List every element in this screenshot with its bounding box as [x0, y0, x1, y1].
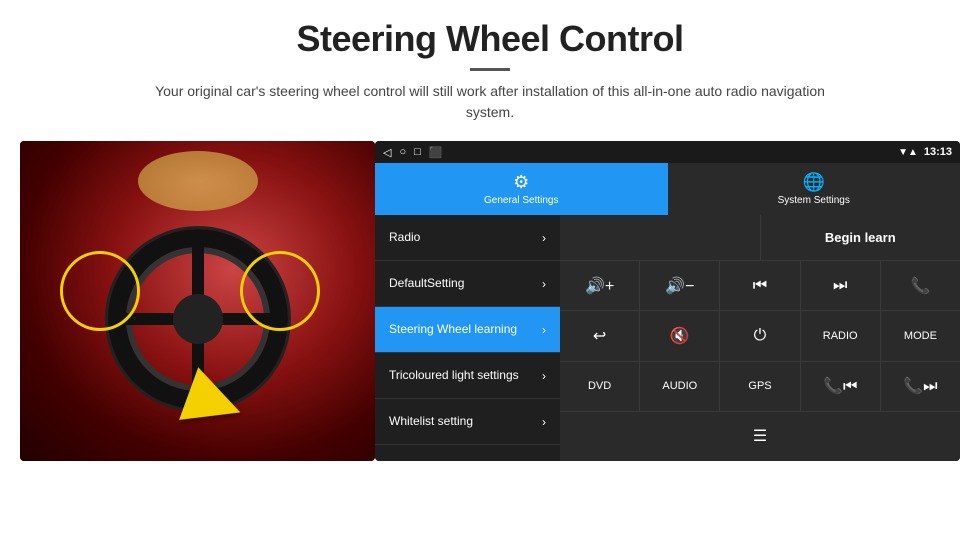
- car-image: [20, 141, 375, 461]
- phone-prev-icon: 📞⏮: [823, 376, 857, 396]
- status-bar: ◁ ○ □ ⬛ ▼▲ 13:13: [375, 141, 960, 163]
- ctrl-vol-down[interactable]: 🔊−: [640, 261, 720, 310]
- ctrl-vol-up[interactable]: 🔊+: [560, 261, 640, 310]
- chevron-right-icon: ›: [542, 415, 546, 429]
- gps-label: GPS: [748, 380, 771, 392]
- menu-item-default-setting[interactable]: DefaultSetting ›: [375, 261, 560, 307]
- dashboard-glow: [138, 151, 258, 211]
- steering-wheel-bg: [20, 141, 375, 461]
- controls-top-row: Begin learn: [560, 215, 960, 261]
- system-settings-icon: 🌐: [803, 172, 825, 193]
- screenshot-icon[interactable]: ⬛: [429, 146, 443, 159]
- menu-item-whitelist[interactable]: Whitelist setting ›: [375, 399, 560, 445]
- controls-row-3: DVD AUDIO GPS 📞⏮ 📞⏭: [560, 362, 960, 412]
- ctrl-power[interactable]: ⏻: [720, 311, 800, 360]
- page-title: Steering Wheel Control: [10, 18, 970, 60]
- prev-track-icon: ⏮: [753, 277, 767, 295]
- main-content: Radio › DefaultSetting › Steering Wheel …: [375, 215, 960, 461]
- audio-label: AUDIO: [662, 380, 697, 392]
- wifi-icon: ▼▲: [898, 147, 918, 158]
- right-controls: Begin learn 🔊+ 🔊− ⏮: [560, 215, 960, 461]
- mode-label: MODE: [904, 330, 937, 342]
- ctrl-empty-cell: [560, 215, 761, 260]
- arrow-wrapper: [187, 375, 242, 431]
- tab-general-settings[interactable]: ⚙ General Settings: [375, 163, 668, 215]
- chevron-right-icon: ›: [542, 277, 546, 291]
- home-icon[interactable]: ○: [399, 146, 406, 158]
- next-track-icon: ⏭: [833, 277, 847, 295]
- chevron-right-icon: ›: [542, 231, 546, 245]
- controls-row-2: ↩ 🔇 ⏻ RADIO MODE: [560, 311, 960, 361]
- dvd-label: DVD: [588, 380, 611, 392]
- menu-item-radio-label: Radio: [389, 230, 420, 244]
- menu-item-radio[interactable]: Radio ›: [375, 215, 560, 261]
- ctrl-mute[interactable]: 🔇: [640, 311, 720, 360]
- android-panel: ◁ ○ □ ⬛ ▼▲ 13:13 ⚙ General Settings 🌐: [375, 141, 960, 461]
- menu-item-tricoloured-label: Tricoloured light settings: [389, 368, 519, 382]
- ctrl-back[interactable]: ↩: [560, 311, 640, 360]
- tab-bar: ⚙ General Settings 🌐 System Settings: [375, 163, 960, 215]
- phone-next-icon: 📞⏭: [903, 376, 937, 396]
- ctrl-mode[interactable]: MODE: [881, 311, 960, 360]
- controls-row-1: 🔊+ 🔊− ⏮ ⏭ 📞: [560, 261, 960, 311]
- phone-icon: 📞: [910, 276, 930, 296]
- menu-item-steering-wheel[interactable]: Steering Wheel learning ›: [375, 307, 560, 353]
- steering-wheel-center: [173, 294, 223, 344]
- header-section: Steering Wheel Control Your original car…: [0, 0, 980, 133]
- ctrl-phone[interactable]: 📞: [881, 261, 960, 310]
- mute-icon: 🔇: [670, 326, 690, 346]
- ctrl-radio[interactable]: RADIO: [801, 311, 881, 360]
- ctrl-dvd[interactable]: DVD: [560, 362, 640, 411]
- begin-learn-button[interactable]: Begin learn: [761, 215, 961, 260]
- tab-general-label: General Settings: [484, 195, 559, 206]
- power-icon: ⏻: [754, 327, 767, 345]
- content-section: ◁ ○ □ ⬛ ▼▲ 13:13 ⚙ General Settings 🌐: [0, 133, 980, 542]
- menu-item-tricoloured[interactable]: Tricoloured light settings ›: [375, 353, 560, 399]
- left-menu: Radio › DefaultSetting › Steering Wheel …: [375, 215, 560, 461]
- tab-system-settings[interactable]: 🌐 System Settings: [668, 163, 961, 215]
- tab-system-label: System Settings: [778, 195, 850, 206]
- ctrl-phone-prev[interactable]: 📞⏮: [801, 362, 881, 411]
- status-time: 13:13: [924, 146, 952, 158]
- vol-down-icon: 🔊−: [665, 276, 694, 296]
- ctrl-prev-track[interactable]: ⏮: [720, 261, 800, 310]
- ctrl-audio[interactable]: AUDIO: [640, 362, 720, 411]
- vol-up-icon: 🔊+: [585, 276, 614, 296]
- back-icon[interactable]: ◁: [383, 146, 391, 159]
- controls-row-4: ☰: [560, 412, 960, 461]
- ctrl-next-track[interactable]: ⏭: [801, 261, 881, 310]
- radio-label: RADIO: [823, 330, 858, 342]
- chevron-right-icon: ›: [542, 369, 546, 383]
- arrow-icon: [179, 367, 250, 438]
- menu-item-steering-label: Steering Wheel learning: [389, 322, 517, 336]
- menu-icon: ☰: [753, 426, 767, 446]
- ctrl-phone-next[interactable]: 📞⏭: [881, 362, 960, 411]
- title-divider: [470, 68, 510, 71]
- ctrl-gps[interactable]: GPS: [720, 362, 800, 411]
- status-bar-right: ▼▲ 13:13: [898, 146, 952, 158]
- page-subtitle: Your original car's steering wheel contr…: [150, 81, 830, 123]
- page-wrapper: Steering Wheel Control Your original car…: [0, 0, 980, 542]
- back-nav-icon: ↩: [593, 326, 606, 346]
- menu-item-whitelist-label: Whitelist setting: [389, 414, 473, 428]
- ctrl-menu[interactable]: ☰: [560, 412, 960, 461]
- menu-item-default-label: DefaultSetting: [389, 276, 464, 290]
- status-bar-left: ◁ ○ □ ⬛: [383, 146, 442, 159]
- chevron-right-icon: ›: [542, 323, 546, 337]
- general-settings-icon: ⚙: [513, 172, 529, 193]
- recent-icon[interactable]: □: [414, 146, 421, 158]
